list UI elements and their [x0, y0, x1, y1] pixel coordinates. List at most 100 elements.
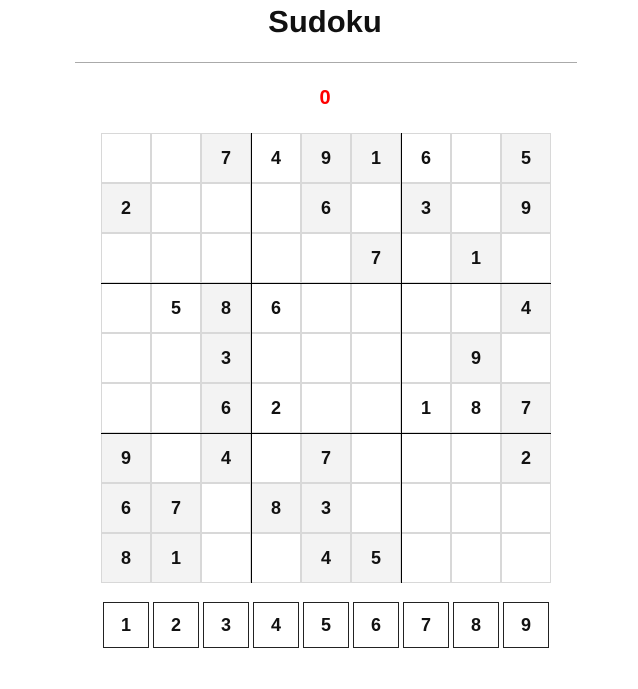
sudoku-cell-r4c1[interactable] [101, 283, 151, 333]
number-button-2[interactable]: 2 [153, 602, 199, 648]
sudoku-cell-r4c2[interactable]: 5 [151, 283, 201, 333]
sudoku-cell-r8c5[interactable]: 3 [301, 483, 351, 533]
number-pad: 123456789 [103, 602, 553, 650]
title-divider [75, 62, 577, 63]
sudoku-cell-r3c6[interactable]: 7 [351, 233, 401, 283]
sudoku-cell-r3c4[interactable] [251, 233, 301, 283]
number-button-5[interactable]: 5 [303, 602, 349, 648]
sudoku-cell-r8c7[interactable] [401, 483, 451, 533]
sudoku-cell-r8c4[interactable]: 8 [251, 483, 301, 533]
number-button-8[interactable]: 8 [453, 602, 499, 648]
sudoku-cell-r6c2[interactable] [151, 383, 201, 433]
sudoku-cell-r5c4[interactable] [251, 333, 301, 383]
sudoku-cell-r3c1[interactable] [101, 233, 151, 283]
sudoku-page: Sudoku 0 7491652639715864396218794726783… [0, 0, 638, 689]
sudoku-cell-r4c3[interactable]: 8 [201, 283, 251, 333]
sudoku-cell-r6c6[interactable] [351, 383, 401, 433]
sudoku-cell-r5c1[interactable] [101, 333, 151, 383]
sudoku-cell-r9c7[interactable] [401, 533, 451, 583]
sudoku-cell-r1c2[interactable] [151, 133, 201, 183]
sudoku-cell-r9c2[interactable]: 1 [151, 533, 201, 583]
sudoku-cell-r1c3[interactable]: 7 [201, 133, 251, 183]
page-title: Sudoku [268, 4, 382, 39]
box-divider-horizontal [101, 283, 551, 284]
sudoku-cell-r9c3[interactable] [201, 533, 251, 583]
sudoku-cell-r2c7[interactable]: 3 [401, 183, 451, 233]
sudoku-cell-r7c7[interactable] [401, 433, 451, 483]
sudoku-cell-r2c2[interactable] [151, 183, 201, 233]
sudoku-cell-r5c2[interactable] [151, 333, 201, 383]
number-button-9[interactable]: 9 [503, 602, 549, 648]
sudoku-cell-r3c5[interactable] [301, 233, 351, 283]
sudoku-cell-r4c6[interactable] [351, 283, 401, 333]
sudoku-cell-r6c4[interactable]: 2 [251, 383, 301, 433]
sudoku-cell-r1c7[interactable]: 6 [401, 133, 451, 183]
sudoku-cell-r6c1[interactable] [101, 383, 151, 433]
sudoku-cell-r1c4[interactable]: 4 [251, 133, 301, 183]
sudoku-cell-r5c5[interactable] [301, 333, 351, 383]
sudoku-cell-r2c1[interactable]: 2 [101, 183, 151, 233]
sudoku-cell-r2c5[interactable]: 6 [301, 183, 351, 233]
sudoku-cell-r8c1[interactable]: 6 [101, 483, 151, 533]
sudoku-cell-r4c9[interactable]: 4 [501, 283, 551, 333]
sudoku-cell-r1c6[interactable]: 1 [351, 133, 401, 183]
sudoku-cell-r7c4[interactable] [251, 433, 301, 483]
number-button-1[interactable]: 1 [103, 602, 149, 648]
sudoku-cell-r9c5[interactable]: 4 [301, 533, 351, 583]
sudoku-cell-r3c3[interactable] [201, 233, 251, 283]
sudoku-cell-r7c8[interactable] [451, 433, 501, 483]
sudoku-cell-r6c3[interactable]: 6 [201, 383, 251, 433]
sudoku-cell-r8c9[interactable] [501, 483, 551, 533]
sudoku-cell-r4c4[interactable]: 6 [251, 283, 301, 333]
sudoku-cell-r5c7[interactable] [401, 333, 451, 383]
sudoku-cell-r2c4[interactable] [251, 183, 301, 233]
sudoku-cell-r7c5[interactable]: 7 [301, 433, 351, 483]
sudoku-cell-r3c9[interactable] [501, 233, 551, 283]
sudoku-cell-r9c6[interactable]: 5 [351, 533, 401, 583]
sudoku-cell-r8c3[interactable] [201, 483, 251, 533]
sudoku-cell-r2c3[interactable] [201, 183, 251, 233]
sudoku-cell-r1c9[interactable]: 5 [501, 133, 551, 183]
sudoku-cell-r4c5[interactable] [301, 283, 351, 333]
sudoku-cell-r7c3[interactable]: 4 [201, 433, 251, 483]
sudoku-cell-r1c1[interactable] [101, 133, 151, 183]
sudoku-cell-r9c4[interactable] [251, 533, 301, 583]
sudoku-cell-r7c1[interactable]: 9 [101, 433, 151, 483]
sudoku-cell-r3c2[interactable] [151, 233, 201, 283]
sudoku-cell-r9c8[interactable] [451, 533, 501, 583]
sudoku-cell-r9c9[interactable] [501, 533, 551, 583]
sudoku-cell-r6c7[interactable]: 1 [401, 383, 451, 433]
sudoku-cell-r5c3[interactable]: 3 [201, 333, 251, 383]
sudoku-cell-r3c8[interactable]: 1 [451, 233, 501, 283]
sudoku-cell-r5c6[interactable] [351, 333, 401, 383]
box-divider-horizontal [101, 433, 551, 434]
sudoku-cell-r3c7[interactable] [401, 233, 451, 283]
number-button-6[interactable]: 6 [353, 602, 399, 648]
sudoku-cell-r6c5[interactable] [301, 383, 351, 433]
score-display: 0 [319, 87, 331, 109]
sudoku-cell-r2c9[interactable]: 9 [501, 183, 551, 233]
sudoku-cell-r7c6[interactable] [351, 433, 401, 483]
number-button-4[interactable]: 4 [253, 602, 299, 648]
sudoku-cell-r2c6[interactable] [351, 183, 401, 233]
sudoku-cell-r2c8[interactable] [451, 183, 501, 233]
sudoku-cell-r8c2[interactable]: 7 [151, 483, 201, 533]
box-divider-vertical [251, 133, 252, 583]
sudoku-board: 74916526397158643962187947267838145 [101, 133, 551, 583]
sudoku-cell-r4c8[interactable] [451, 283, 501, 333]
sudoku-cell-r8c8[interactable] [451, 483, 501, 533]
sudoku-cell-r1c5[interactable]: 9 [301, 133, 351, 183]
sudoku-cell-r4c7[interactable] [401, 283, 451, 333]
sudoku-cell-r6c8[interactable]: 8 [451, 383, 501, 433]
number-button-3[interactable]: 3 [203, 602, 249, 648]
sudoku-cell-r7c9[interactable]: 2 [501, 433, 551, 483]
sudoku-cell-r7c2[interactable] [151, 433, 201, 483]
sudoku-cell-r8c6[interactable] [351, 483, 401, 533]
sudoku-cell-r1c8[interactable] [451, 133, 501, 183]
sudoku-cell-r5c9[interactable] [501, 333, 551, 383]
sudoku-cell-r5c8[interactable]: 9 [451, 333, 501, 383]
number-button-7[interactable]: 7 [403, 602, 449, 648]
box-divider-vertical [401, 133, 402, 583]
sudoku-cell-r9c1[interactable]: 8 [101, 533, 151, 583]
sudoku-cell-r6c9[interactable]: 7 [501, 383, 551, 433]
